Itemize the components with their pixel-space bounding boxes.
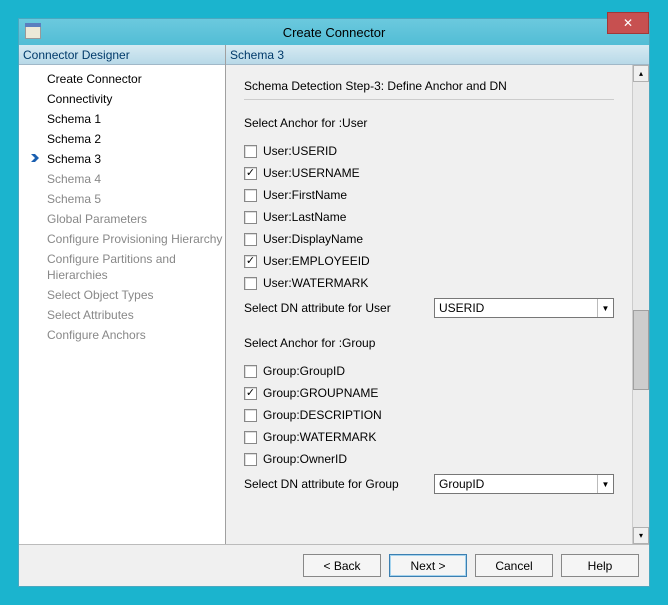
nav-schema-5: Schema 5 xyxy=(19,189,225,209)
user-userid-row[interactable]: User:USERID xyxy=(244,144,614,158)
scroll-down-button[interactable]: ▾ xyxy=(633,527,649,544)
checkbox-label: Group:DESCRIPTION xyxy=(263,408,382,422)
step-title: Schema Detection Step-3: Define Anchor a… xyxy=(244,79,614,93)
dialog-window: Create Connector ✕ Connector Designer Cr… xyxy=(18,18,650,587)
checkbox-icon xyxy=(244,431,257,444)
checkbox-label: User:DisplayName xyxy=(263,232,363,246)
user-dn-label: Select DN attribute for User xyxy=(244,301,434,315)
group-dn-value: GroupID xyxy=(439,477,484,491)
group-dn-select[interactable]: GroupID ▼ xyxy=(434,474,614,494)
content-area: Schema Detection Step-3: Define Anchor a… xyxy=(226,65,632,544)
nav-select-attributes: Select Attributes xyxy=(19,305,225,325)
right-panel: Schema 3 Schema Detection Step-3: Define… xyxy=(226,45,649,544)
nav-schema-3[interactable]: Schema 3 xyxy=(19,149,225,169)
titlebar: Create Connector ✕ xyxy=(19,19,649,45)
group-ownerid-row[interactable]: Group:OwnerID xyxy=(244,452,614,466)
nav-connectivity[interactable]: Connectivity xyxy=(19,89,225,109)
nav-schema-1[interactable]: Schema 1 xyxy=(19,109,225,129)
content-wrap: Schema Detection Step-3: Define Anchor a… xyxy=(226,65,649,544)
close-button[interactable]: ✕ xyxy=(607,12,649,34)
user-dn-row: Select DN attribute for User USERID ▼ xyxy=(244,298,614,318)
nav-provisioning-hierarchy: Configure Provisioning Hierarchy xyxy=(19,229,225,249)
close-icon: ✕ xyxy=(623,16,633,30)
vertical-scrollbar[interactable]: ▴ ▾ xyxy=(632,65,649,544)
checkbox-icon xyxy=(244,409,257,422)
checkbox-icon xyxy=(244,387,257,400)
checkbox-icon xyxy=(244,211,257,224)
chevron-down-icon: ▼ xyxy=(597,475,613,493)
checkbox-icon xyxy=(244,453,257,466)
group-groupid-row[interactable]: Group:GroupID xyxy=(244,364,614,378)
group-dn-row: Select DN attribute for Group GroupID ▼ xyxy=(244,474,614,494)
user-dn-select[interactable]: USERID ▼ xyxy=(434,298,614,318)
user-username-row[interactable]: User:USERNAME xyxy=(244,166,614,180)
group-watermark-row[interactable]: Group:WATERMARK xyxy=(244,430,614,444)
group-anchor-label: Select Anchor for :Group xyxy=(244,336,614,350)
scroll-track[interactable] xyxy=(633,82,649,527)
nav-select-object-types: Select Object Types xyxy=(19,285,225,305)
checkbox-label: User:EMPLOYEEID xyxy=(263,254,370,268)
cancel-button[interactable]: Cancel xyxy=(475,554,553,577)
user-displayname-row[interactable]: User:DisplayName xyxy=(244,232,614,246)
scroll-up-button[interactable]: ▴ xyxy=(633,65,649,82)
right-panel-header: Schema 3 xyxy=(226,45,649,65)
nav-schema-4: Schema 4 xyxy=(19,169,225,189)
group-dn-label: Select DN attribute for Group xyxy=(244,477,434,491)
checkbox-label: User:WATERMARK xyxy=(263,276,368,290)
user-firstname-row[interactable]: User:FirstName xyxy=(244,188,614,202)
window-title: Create Connector xyxy=(19,25,649,40)
button-bar: < Back Next > Cancel Help xyxy=(19,544,649,586)
nav-partitions-hierarchies: Configure Partitions and Hierarchies xyxy=(19,249,225,285)
checkbox-icon xyxy=(244,189,257,202)
scroll-thumb[interactable] xyxy=(633,310,649,390)
checkbox-label: User:USERNAME xyxy=(263,166,360,180)
group-description-row[interactable]: Group:DESCRIPTION xyxy=(244,408,614,422)
user-anchor-label: Select Anchor for :User xyxy=(244,116,614,130)
user-watermark-row[interactable]: User:WATERMARK xyxy=(244,276,614,290)
chevron-down-icon: ▼ xyxy=(597,299,613,317)
next-button[interactable]: Next > xyxy=(389,554,467,577)
checkbox-label: Group:OwnerID xyxy=(263,452,347,466)
checkbox-icon xyxy=(244,365,257,378)
nav-list: Create Connector Connectivity Schema 1 S… xyxy=(19,65,225,544)
checkbox-icon xyxy=(244,145,257,158)
checkbox-label: User:USERID xyxy=(263,144,337,158)
checkbox-label: Group:GROUPNAME xyxy=(263,386,378,400)
nav-global-parameters: Global Parameters xyxy=(19,209,225,229)
nav-schema-2[interactable]: Schema 2 xyxy=(19,129,225,149)
left-panel: Connector Designer Create Connector Conn… xyxy=(19,45,226,544)
user-dn-value: USERID xyxy=(439,301,484,315)
checkbox-icon xyxy=(244,277,257,290)
nav-create-connector[interactable]: Create Connector xyxy=(19,69,225,89)
back-button[interactable]: < Back xyxy=(303,554,381,577)
dialog-body: Connector Designer Create Connector Conn… xyxy=(19,45,649,544)
checkbox-icon xyxy=(244,255,257,268)
checkbox-label: User:FirstName xyxy=(263,188,347,202)
checkbox-icon xyxy=(244,167,257,180)
separator xyxy=(244,99,614,100)
help-button[interactable]: Help xyxy=(561,554,639,577)
group-groupname-row[interactable]: Group:GROUPNAME xyxy=(244,386,614,400)
nav-configure-anchors: Configure Anchors xyxy=(19,325,225,345)
user-lastname-row[interactable]: User:LastName xyxy=(244,210,614,224)
checkbox-icon xyxy=(244,233,257,246)
checkbox-label: User:LastName xyxy=(263,210,346,224)
checkbox-label: Group:WATERMARK xyxy=(263,430,376,444)
user-employeeid-row[interactable]: User:EMPLOYEEID xyxy=(244,254,614,268)
checkbox-label: Group:GroupID xyxy=(263,364,345,378)
left-panel-header: Connector Designer xyxy=(19,45,225,65)
